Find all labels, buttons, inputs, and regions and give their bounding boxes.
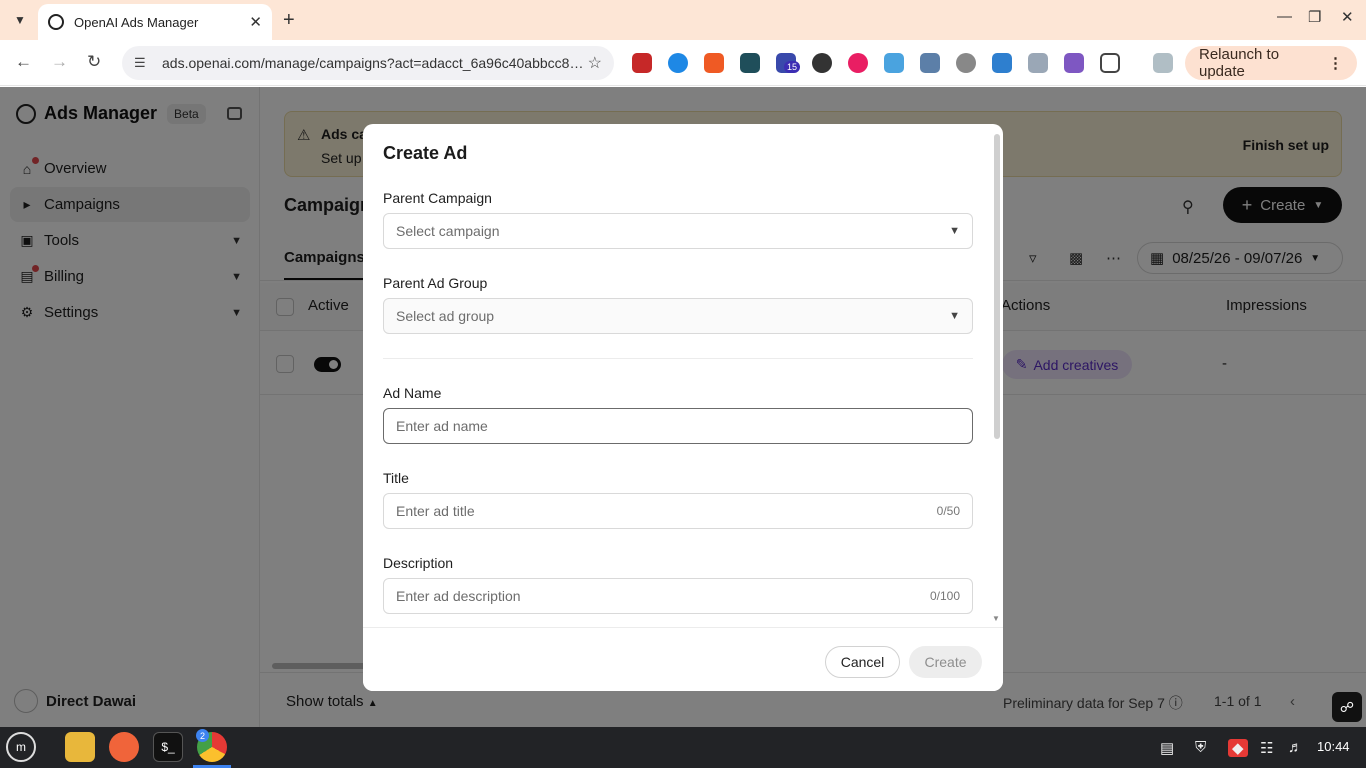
parent-campaign-label: Parent Campaign — [383, 190, 492, 206]
description-label: Description — [383, 555, 454, 571]
chevron-down-icon: ▼ — [949, 310, 960, 322]
section-divider — [383, 358, 973, 359]
browser-tab-title: OpenAI Ads Manager — [74, 14, 199, 30]
feather-extension-icon[interactable] — [1064, 53, 1084, 73]
link-helper-icon[interactable]: ☍ — [1332, 692, 1362, 722]
url-text[interactable]: ads.openai.com/manage/campaigns?act=adac… — [162, 55, 588, 71]
parent-ad-group-label: Parent Ad Group — [383, 275, 488, 291]
new-tab-plus-icon[interactable]: + — [283, 9, 295, 32]
title-char-counter: 0/50 — [936, 504, 960, 518]
browser-tab-strip: ▼ OpenAI Ads Manager ✕ + — ❐ ✕ — [0, 0, 1366, 40]
site-settings-icon[interactable]: ☰ — [134, 55, 150, 71]
ad-name-input[interactable]: Enter ad name — [383, 408, 973, 444]
firefox-icon[interactable] — [109, 732, 139, 762]
profile-avatar-icon[interactable] — [1153, 53, 1173, 73]
pen-extension-icon[interactable] — [704, 53, 724, 73]
parent-campaign-placeholder: Select campaign — [396, 223, 500, 239]
ad-title-placeholder: Enter ad title — [396, 503, 475, 519]
extension-badge: 15 — [784, 61, 801, 73]
parent-ad-group-placeholder: Select ad group — [396, 308, 495, 324]
more-vertical-icon: ⋮ — [1328, 55, 1343, 72]
dialog-footer: Cancel Create — [363, 627, 1003, 691]
dialog-scrollbar[interactable] — [994, 134, 1000, 439]
ad-name-label: Ad Name — [383, 385, 442, 401]
title-label: Title — [383, 470, 409, 486]
folder-extension-icon[interactable] — [740, 53, 760, 73]
address-bar[interactable]: ☰ ads.openai.com/manage/campaigns?act=ad… — [122, 46, 614, 80]
forward-arrow-icon[interactable]: → — [51, 52, 68, 72]
chrome-window-count: 2 — [196, 729, 209, 742]
clipboard-tray-icon[interactable]: ▤ — [1160, 739, 1174, 757]
description-char-counter: 0/100 — [929, 589, 960, 603]
browser-toolbar: ← → ↻ ☰ ads.openai.com/manage/campaigns?… — [0, 40, 1366, 86]
chevron-down-icon: ▼ — [949, 225, 960, 237]
mint-menu-icon[interactable]: m — [6, 732, 36, 762]
chain-extension-icon[interactable] — [920, 53, 940, 73]
ad-title-input[interactable]: Enter ad title 0/50 — [383, 493, 973, 529]
anydesk-tray-icon[interactable]: ◆ — [1228, 739, 1248, 757]
parent-campaign-select[interactable]: Select campaign ▼ — [383, 213, 973, 249]
browser-tab[interactable]: OpenAI Ads Manager ✕ — [38, 4, 272, 40]
close-tab-icon[interactable]: ✕ — [249, 13, 262, 31]
openai-favicon-icon — [48, 14, 64, 30]
shield-tray-icon[interactable]: ⛨ — [1195, 739, 1206, 756]
network-tray-icon[interactable]: ☷ — [1260, 739, 1273, 757]
maximize-window-icon[interactable]: ❐ — [1308, 8, 1321, 26]
close-window-icon[interactable]: ✕ — [1341, 8, 1354, 26]
ad-description-placeholder: Enter ad description — [396, 588, 521, 604]
relaunch-button[interactable]: Relaunch to update ⋮ — [1185, 46, 1357, 80]
ad-description-input[interactable]: Enter ad description 0/100 — [383, 578, 973, 614]
clock[interactable]: 10:44 — [1317, 739, 1350, 754]
link-extension-icon[interactable] — [884, 53, 904, 73]
os-taskbar: m $_ 2 ▤ ⛨ ◆ ☷ ♬ 10:44 — [0, 727, 1366, 768]
files-icon[interactable] — [65, 732, 95, 762]
tab-search-chevron-icon[interactable]: ▼ — [8, 8, 32, 32]
scroll-down-icon[interactable]: ▼ — [992, 614, 1000, 623]
ad-name-placeholder: Enter ad name — [396, 418, 488, 434]
openai-extension-icon[interactable] — [812, 53, 832, 73]
relaunch-label: Relaunch to update — [1199, 46, 1280, 80]
back-arrow-icon[interactable]: ← — [15, 52, 32, 72]
create-ad-button[interactable]: Create — [909, 646, 982, 678]
shield-extension-icon[interactable] — [1028, 53, 1048, 73]
dialog-title: Create Ad — [383, 143, 468, 163]
create-ad-dialog: Create Ad Parent Campaign Select campaig… — [363, 124, 1003, 691]
volume-tray-icon[interactable]: ♬ — [1288, 739, 1303, 756]
puzzle-extensions-icon[interactable] — [1100, 53, 1120, 73]
house-extension-icon[interactable]: 15 — [776, 53, 801, 73]
search-extension-icon[interactable] — [956, 53, 976, 73]
translate-extension-icon[interactable] — [992, 53, 1012, 73]
minimize-window-icon[interactable]: — — [1277, 8, 1292, 25]
color-wheel-extension-icon[interactable] — [848, 53, 868, 73]
seo-extension-icon[interactable] — [632, 53, 652, 73]
bookmark-star-icon[interactable]: ☆ — [588, 53, 602, 73]
reload-icon[interactable]: ↻ — [87, 52, 101, 72]
cancel-button[interactable]: Cancel — [825, 646, 900, 678]
tag-extension-icon[interactable] — [668, 53, 688, 73]
parent-ad-group-select[interactable]: Select ad group ▼ — [383, 298, 973, 334]
terminal-icon[interactable]: $_ — [153, 732, 183, 762]
